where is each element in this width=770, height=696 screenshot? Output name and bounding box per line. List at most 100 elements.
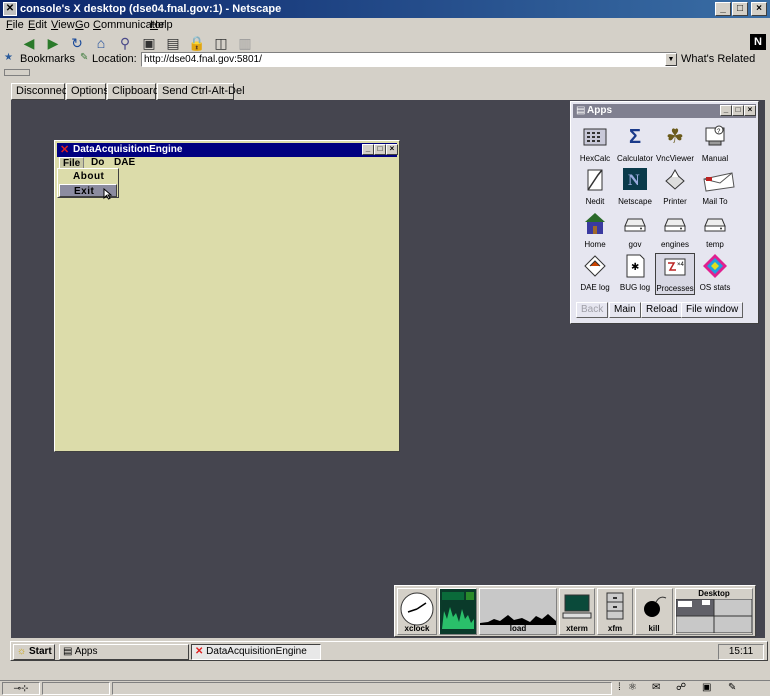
- apps-window: ▤ Apps _ □ × HexCalc Σ Calculator ☘ VncV…: [570, 101, 759, 324]
- taskbar-apps[interactable]: ▤ Apps: [59, 644, 189, 660]
- bomb-icon: [644, 596, 667, 617]
- whats-related-button[interactable]: What's Related: [681, 53, 755, 65]
- menu-file[interactable]: File: [6, 19, 24, 31]
- app-bug-log[interactable]: ✱ BUG log: [615, 253, 655, 295]
- taskbar: ☼ Start ▤ Apps ✕ DataAcquisitionEngine 1…: [10, 641, 768, 661]
- svg-text:✱: ✱: [631, 262, 639, 273]
- app-printer[interactable]: Printer: [655, 167, 695, 209]
- home-icon[interactable]: ⌂: [92, 34, 110, 52]
- security-icon[interactable]: 🔒: [188, 34, 206, 52]
- dae-close-button[interactable]: ×: [386, 144, 398, 155]
- app-vncviewer[interactable]: ☘ VncViewer: [655, 124, 695, 166]
- apps-minimize-button[interactable]: _: [720, 105, 732, 116]
- composer-icon[interactable]: ▣: [702, 682, 711, 693]
- dock-desktop-pager[interactable]: Desktop: [675, 588, 753, 635]
- dock-xterm[interactable]: xterm: [559, 588, 595, 635]
- monitor-graph-icon: [442, 592, 474, 629]
- url-input[interactable]: http://dse04.fnal.gov:5801/: [141, 52, 677, 67]
- navigator-icon[interactable]: ⚛: [628, 682, 637, 693]
- options-button[interactable]: Options: [66, 83, 109, 100]
- send-ctrl-alt-del-button[interactable]: Send Ctrl-Alt-Del: [157, 83, 245, 100]
- clipboard-button[interactable]: Clipboard: [107, 83, 159, 100]
- menu-go[interactable]: Go: [75, 19, 90, 31]
- os-stats-icon: [702, 253, 728, 279]
- log-icon: [582, 253, 608, 279]
- bug-icon: ✱: [622, 253, 648, 279]
- app-mail-to[interactable]: Mail To: [695, 167, 735, 209]
- mail-icon[interactable]: ✉: [652, 682, 660, 693]
- bookmarks-button[interactable]: Bookmarks: [20, 53, 75, 65]
- window-title: console's X desktop (dse04.fnal.gov:1) -…: [20, 3, 282, 15]
- apps-title-bar[interactable]: ▤ Apps _ □ ×: [573, 104, 756, 118]
- app-netscape[interactable]: N Netscape: [615, 167, 655, 209]
- app-processes[interactable]: ×4 Processes: [655, 253, 695, 295]
- location-bar: ★ Bookmarks ✎ Location: http://dse04.fna…: [0, 52, 770, 68]
- processes-icon: ×4: [662, 254, 688, 280]
- taskbar-clock: 15:11: [718, 644, 764, 660]
- discussions-icon[interactable]: ☍: [676, 682, 686, 693]
- menu-view[interactable]: View: [51, 19, 75, 31]
- print-icon[interactable]: ▤: [164, 34, 182, 52]
- title-bar: ✕ console's X desktop (dse04.fnal.gov:1)…: [0, 0, 770, 18]
- progress-bar: [42, 682, 110, 695]
- url-dropdown-button[interactable]: ▼: [665, 53, 677, 66]
- shop-icon[interactable]: ◫: [212, 34, 230, 52]
- apps-reload-button[interactable]: Reload: [641, 302, 683, 318]
- x-app-icon: ✕: [60, 144, 70, 156]
- menu-edit[interactable]: Edit: [28, 19, 47, 31]
- app-gov[interactable]: gov: [615, 210, 655, 252]
- netscape-guide-icon[interactable]: ▣: [140, 34, 158, 52]
- app-calculator[interactable]: Σ Calculator: [615, 124, 655, 166]
- bookmark-icon[interactable]: ★: [4, 52, 13, 63]
- calculator-keypad-icon: [582, 124, 608, 150]
- edit-icon[interactable]: ✎: [728, 682, 736, 693]
- sigma-icon: Σ: [628, 126, 641, 148]
- toolbar-collapse-tab[interactable]: [4, 69, 30, 76]
- app-hexcalc[interactable]: HexCalc: [575, 124, 615, 166]
- apps-main-button[interactable]: Main: [609, 302, 641, 318]
- app-nedit[interactable]: Nedit: [575, 167, 615, 209]
- dae-minimize-button[interactable]: _: [362, 144, 374, 155]
- x-app-icon: ✕: [3, 2, 17, 16]
- load-graph-icon: [480, 614, 556, 625]
- app-manual[interactable]: ? Manual: [695, 124, 735, 166]
- maximize-button[interactable]: □: [732, 2, 748, 16]
- app-home[interactable]: Home: [575, 210, 615, 252]
- connection-status-icon: ⊸⊹: [2, 682, 40, 695]
- drive-icon: [702, 210, 728, 236]
- dock-monitor[interactable]: [439, 588, 477, 635]
- menu-item-about[interactable]: About: [59, 170, 117, 183]
- dock-xfm[interactable]: xfm: [597, 588, 633, 635]
- apps-file-window-button[interactable]: File window: [681, 302, 744, 318]
- disconnect-button[interactable]: Disconnect: [11, 83, 70, 100]
- menu-help[interactable]: Help: [150, 19, 173, 31]
- apps-maximize-button[interactable]: □: [732, 105, 744, 116]
- dock-xclock[interactable]: xclock: [397, 588, 437, 635]
- dock-kill[interactable]: kill: [635, 588, 673, 635]
- app-os-stats[interactable]: OS stats: [695, 253, 735, 295]
- home-icon: [582, 210, 608, 236]
- app-engines[interactable]: engines: [655, 210, 695, 252]
- app-dae-log[interactable]: DAE log: [575, 253, 615, 295]
- taskbar-dae[interactable]: ✕ DataAcquisitionEngine: [191, 644, 321, 660]
- dae-maximize-button[interactable]: □: [374, 144, 386, 155]
- location-label: Location:: [92, 53, 137, 65]
- apps-back-button[interactable]: Back: [576, 302, 609, 318]
- forward-icon[interactable]: ▶: [44, 34, 62, 52]
- svg-text:N: N: [628, 172, 640, 189]
- start-button[interactable]: ☼ Start: [13, 644, 55, 660]
- dae-title-bar[interactable]: ✕ DataAcquisitionEngine _ □ ×: [57, 143, 398, 157]
- dock-load[interactable]: load: [479, 588, 557, 635]
- reload-icon[interactable]: ↻: [68, 34, 86, 52]
- manual-icon: ?: [702, 124, 728, 150]
- netscape-icon: N: [622, 167, 648, 193]
- back-icon[interactable]: ◀: [20, 34, 38, 52]
- close-button[interactable]: ×: [751, 2, 767, 16]
- minimize-button[interactable]: _: [715, 2, 731, 16]
- app-temp[interactable]: temp: [695, 210, 735, 252]
- component-bar-icon[interactable]: ⁞: [618, 682, 621, 693]
- apps-close-button[interactable]: ×: [744, 105, 756, 116]
- search-icon[interactable]: ⚲: [116, 34, 134, 52]
- x-app-icon: ✕: [195, 646, 204, 657]
- stop-icon[interactable]: ▥: [236, 34, 254, 52]
